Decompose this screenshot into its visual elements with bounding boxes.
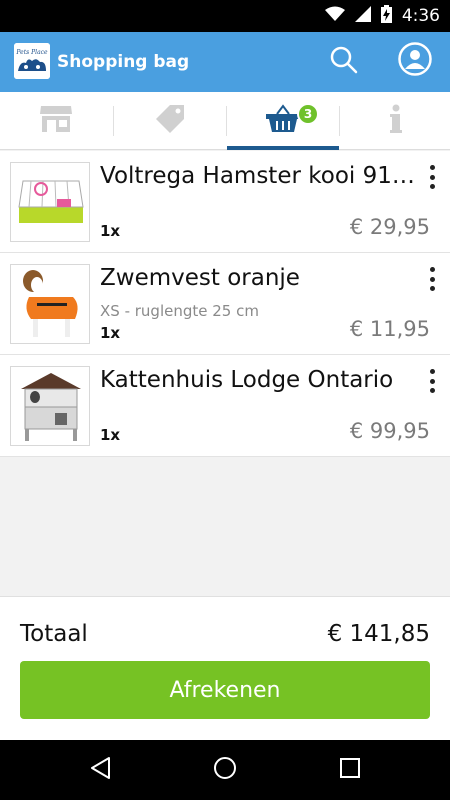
item-price: € 11,95 [349,317,430,341]
home-button[interactable] [207,752,243,788]
checkout-button[interactable]: Afrekenen [20,661,430,719]
cart-item[interactable]: Zwemvest oranje XS - ruglengte 25 cm 1x … [0,253,450,355]
item-price: € 99,95 [349,419,430,443]
item-price: € 29,95 [349,215,430,239]
product-image-hamster-cage [10,162,90,242]
store-icon [39,104,73,138]
cart-count-badge: 3 [297,103,319,125]
item-name: Voltrega Hamster kooi 915 Groen [100,163,418,189]
recents-button[interactable] [332,752,368,788]
search-button[interactable] [326,44,362,80]
back-icon [89,756,111,784]
item-name: Kattenhuis Lodge Ontario [100,367,394,393]
item-name: Zwemvest oranje [100,265,300,291]
page-title: Shopping bag [57,52,190,72]
app-logo: Pets Place [14,43,50,79]
tab-info[interactable] [340,92,450,150]
status-bar: 4:36 [0,0,450,32]
info-icon [389,104,403,138]
back-button[interactable] [82,752,118,788]
account-button[interactable] [396,42,434,80]
search-icon [330,46,358,78]
account-icon [398,42,432,80]
tab-shop[interactable] [0,92,112,150]
item-overflow-menu-button[interactable] [424,165,440,189]
tag-icon [154,103,186,139]
product-image-cat-house [10,366,90,446]
tab-cart[interactable] [227,92,339,150]
tab-offers[interactable] [114,92,226,150]
item-variant: XS - ruglengte 25 cm [100,302,259,320]
total-label: Totaal [20,621,88,647]
signal-icon [354,6,371,26]
product-image-life-vest [10,264,90,344]
cart-list: Voltrega Hamster kooi 915 Groen 1x € 29,… [0,151,450,596]
basket-icon [265,104,301,138]
total-value: € 141,85 [327,621,430,647]
svg-text:Pets Place: Pets Place [15,49,48,56]
item-overflow-menu-button[interactable] [424,369,440,393]
home-icon [213,756,237,784]
checkout-footer: Totaal € 141,85 Afrekenen [0,596,450,740]
battery-charging-icon [380,5,392,27]
wifi-icon [324,6,345,26]
cart-item[interactable]: Voltrega Hamster kooi 915 Groen 1x € 29,… [0,151,450,253]
app-bar: Pets Place Shopping bag [0,32,450,92]
cart-item[interactable]: Kattenhuis Lodge Ontario 1x € 99,95 [0,355,450,457]
system-nav-bar [0,740,450,800]
item-quantity: 1x [100,324,121,342]
item-overflow-menu-button[interactable] [424,267,440,291]
item-quantity: 1x [100,222,121,240]
item-quantity: 1x [100,426,121,444]
tab-bar [0,92,450,150]
recents-icon [339,757,361,783]
status-time: 4:36 [401,6,440,26]
active-tab-indicator [227,146,339,150]
